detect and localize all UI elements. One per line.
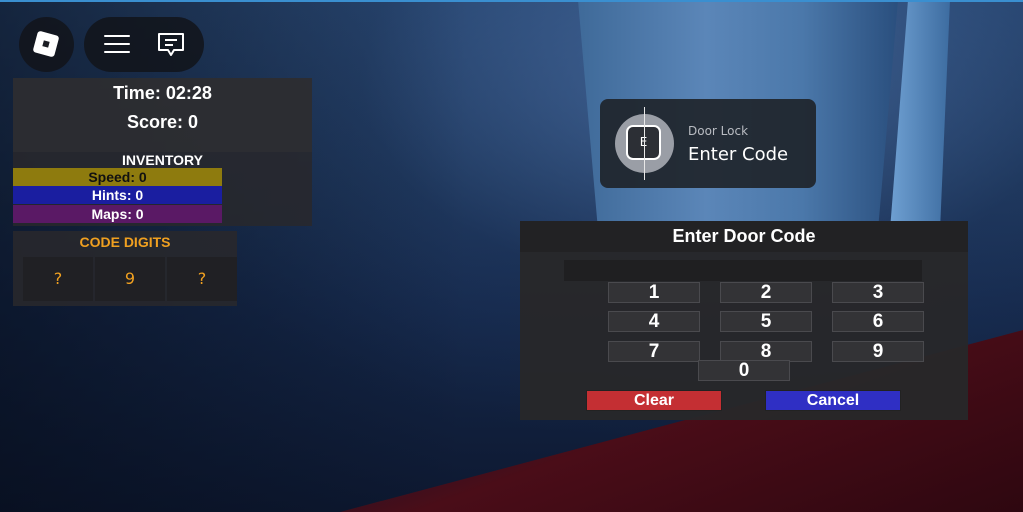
code-entry-display [564, 260, 922, 281]
code-digit-1: ? [23, 257, 93, 301]
key-8[interactable]: 8 [720, 341, 812, 362]
time-display: Time: 02:28 [113, 83, 212, 103]
prompt-object-text: Door Lock [688, 124, 749, 138]
prompt-action-text: Enter Code [688, 144, 789, 165]
hamburger-menu-icon[interactable] [104, 34, 130, 54]
door-code-keypad: Enter Door Code 1 2 3 4 5 6 7 8 9 0 Clea… [520, 221, 968, 420]
key-2[interactable]: 2 [720, 282, 812, 303]
key-3[interactable]: 3 [832, 282, 924, 303]
inventory-maps: Maps: 0 [13, 205, 222, 223]
inventory-hints: Hints: 0 [13, 186, 222, 204]
prompt-key-divider [644, 107, 645, 180]
cancel-button[interactable]: Cancel [765, 390, 901, 411]
key-0[interactable]: 0 [698, 360, 790, 381]
score-display: Score: 0 [126, 112, 199, 132]
door-lock-prompt[interactable]: E Door Lock Enter Code [600, 99, 816, 188]
roblox-menu-button[interactable] [19, 17, 74, 72]
roblox-logo-icon [32, 30, 60, 58]
code-digit-3: ? [167, 257, 237, 301]
key-7[interactable]: 7 [608, 341, 700, 362]
key-6[interactable]: 6 [832, 311, 924, 332]
stats-panel: Time: 02:28 Score: 0 INVENTORY Speed: 0 … [13, 78, 312, 226]
clear-button[interactable]: Clear [586, 390, 722, 411]
key-1[interactable]: 1 [608, 282, 700, 303]
code-digit-2: 9 [95, 257, 165, 301]
code-digits-panel: CODE DIGITS ? 9 ? [13, 231, 237, 306]
key-4[interactable]: 4 [608, 311, 700, 332]
chat-icon[interactable] [156, 31, 186, 59]
key-5[interactable]: 5 [720, 311, 812, 332]
inventory-title: INVENTORY [122, 152, 203, 168]
code-digits-title: CODE DIGITS [79, 234, 171, 250]
key-9[interactable]: 9 [832, 341, 924, 362]
keypad-title: Enter Door Code [520, 221, 968, 252]
top-edge-line [0, 0, 1023, 2]
inventory-speed: Speed: 0 [13, 168, 222, 186]
topbar-button-group [84, 17, 204, 72]
